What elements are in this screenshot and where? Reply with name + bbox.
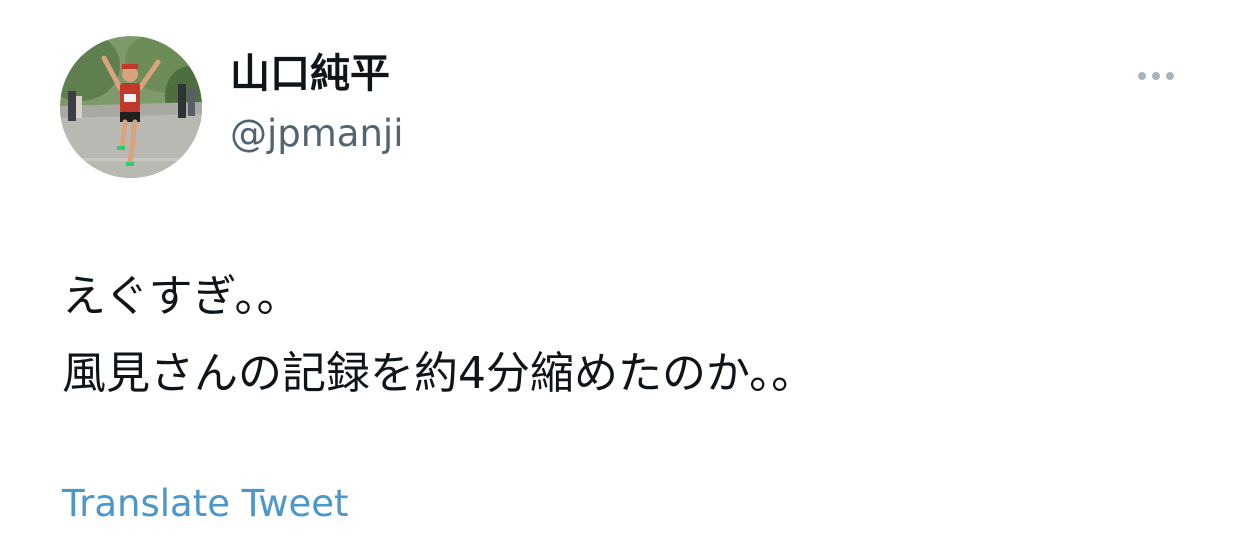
tweet-text: えぐすぎ。。風見さんの記録を約4分縮めたのか。。 [62, 258, 815, 412]
tweet-card: 山口純平 @jpmanji えぐすぎ。。風見さんの記録を約4分縮めたのか。。 T… [0, 0, 1242, 553]
avatar[interactable] [60, 36, 202, 178]
author-handle[interactable]: @jpmanji [230, 110, 404, 158]
translate-tweet-link[interactable]: Translate Tweet [62, 480, 349, 528]
tweet-text-line: 風見さんの記録を約4分縮めたのか。。 [62, 348, 816, 399]
tweet-text-line: えぐすぎ。。 [62, 271, 301, 322]
author-display-name[interactable]: 山口純平 [230, 48, 404, 100]
more-horizontal-icon-dot [1152, 72, 1160, 80]
more-horizontal-icon-dot [1166, 72, 1174, 80]
more-horizontal-icon [1138, 72, 1146, 80]
runner-photo-avatar-icon [60, 36, 202, 178]
more-options-button[interactable] [1130, 60, 1182, 92]
author-info: 山口純平 @jpmanji [230, 48, 404, 158]
